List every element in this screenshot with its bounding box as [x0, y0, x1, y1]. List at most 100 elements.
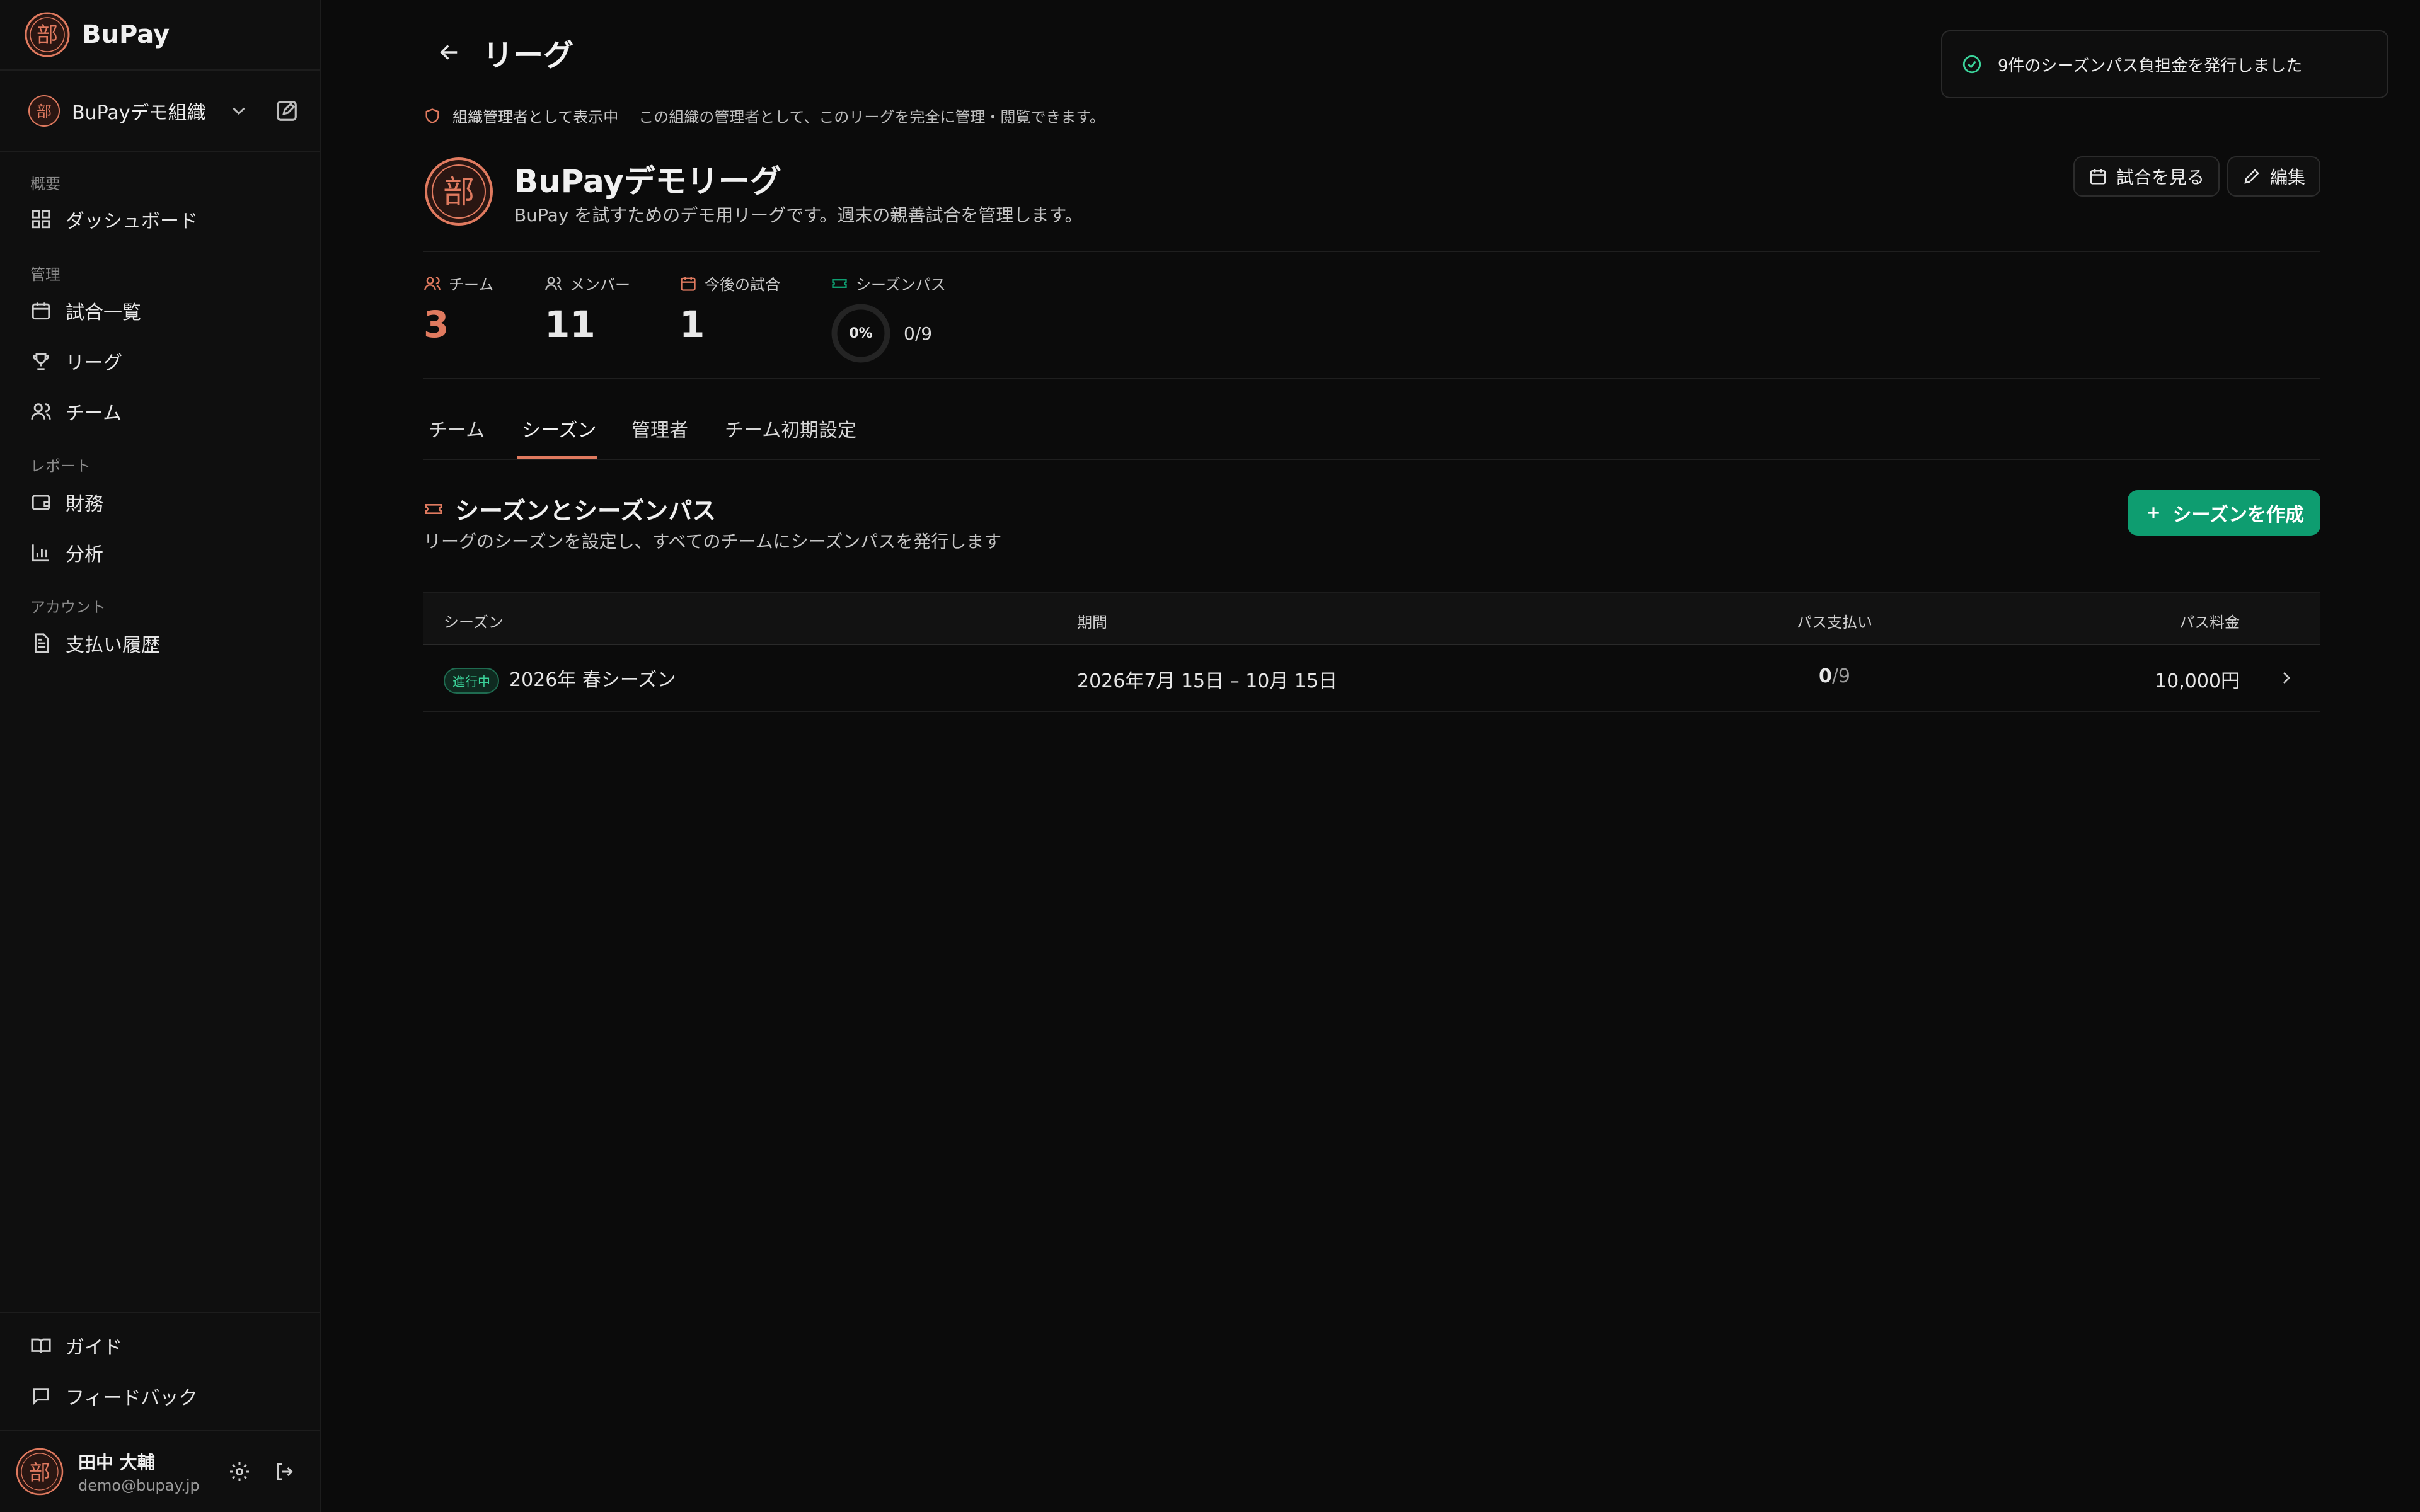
main-content: リーグ 組織管理者として表示中 この組織の管理者として、このリーグを完全に管理・…: [424, 0, 2320, 1512]
sidebar-item-label: ガイド: [66, 1337, 122, 1359]
nav-group-manage: 管理: [30, 266, 60, 284]
users-icon: [545, 277, 562, 290]
stat-value: 1: [679, 303, 705, 346]
column-header-period: 期間: [1077, 614, 1107, 631]
calendar-icon: [681, 277, 696, 291]
sidebar-item-matches[interactable]: 試合一覧: [30, 293, 141, 328]
tab-bar: チーム シーズン 管理者 チーム初期設定: [424, 403, 2320, 459]
svg-text:部: 部: [443, 174, 475, 210]
stat-season-pass: シーズンパス 0% 0/9: [831, 272, 946, 364]
paid-count: 0: [1818, 665, 1832, 687]
sidebar-divider: [0, 1430, 321, 1431]
league-name: BuPayデモリーグ: [514, 163, 781, 200]
check-circle-icon: [1962, 55, 1981, 74]
column-header-pass-payments: パス支払い: [1797, 614, 1872, 631]
divider: [424, 459, 2320, 460]
user-email: demo@bupay.jp: [78, 1477, 200, 1494]
trophy-icon: [33, 353, 49, 370]
notice-label: 組織管理者として表示中: [452, 108, 619, 126]
sidebar-divider: [0, 1312, 321, 1313]
status-badge: 進行中: [444, 668, 499, 694]
divider: [424, 251, 2320, 252]
sidebar-item-analytics[interactable]: 分析: [30, 535, 103, 570]
tab-admins[interactable]: 管理者: [631, 415, 688, 442]
edit-button[interactable]: 編集: [2227, 156, 2320, 197]
table-row[interactable]: 進行中 2026年 春シーズン 2026年7月 15日 – 10月 15日 0/9…: [424, 645, 2320, 712]
seasons-table: シーズン 期間 パス支払い パス料金 進行中 2026年 春シーズン 2026年7…: [424, 592, 2320, 712]
view-matches-label: 試合を見る: [2116, 167, 2204, 188]
nav-group-overview: 概要: [30, 175, 60, 193]
admin-notice: 組織管理者として表示中 この組織の管理者として、このリーグを完全に管理・閲覧でき…: [424, 105, 1105, 127]
message-icon: [33, 1388, 49, 1406]
column-header-pass-fee: パス料金: [2179, 614, 2240, 631]
pencil-icon: [2244, 169, 2259, 184]
toast-notification: 9件のシーズンパス負担金を発行しました: [1941, 30, 2388, 98]
stat-value: 11: [544, 303, 596, 346]
brand[interactable]: 部 BuPay: [24, 11, 170, 58]
sidebar-divider: [0, 69, 321, 71]
stat-value: 3: [424, 303, 449, 346]
sidebar-item-dashboard[interactable]: ダッシュボード: [30, 202, 198, 237]
total-count: /9: [1831, 665, 1851, 687]
stat-upcoming-matches: 今後の試合 1: [679, 272, 780, 346]
sidebar-item-teams[interactable]: チーム: [30, 394, 122, 429]
plus-icon: [2147, 507, 2159, 518]
users-icon: [424, 277, 441, 290]
section-title-text: シーズンとシーズンパス: [455, 497, 717, 525]
edit-org-icon[interactable]: [275, 99, 299, 123]
page-title: リーグ: [483, 38, 574, 73]
gear-icon[interactable]: [228, 1460, 251, 1483]
season-name: 2026年 春シーズン: [509, 669, 676, 691]
edit-label: 編集: [2269, 167, 2305, 188]
season-pass-count: 0/9: [904, 323, 933, 344]
sidebar-item-label: 試合一覧: [66, 302, 141, 324]
season-pass-percent: 0%: [849, 325, 873, 341]
avatar[interactable]: 部: [15, 1447, 64, 1496]
league-header: 部 BuPayデモリーグ BuPay を試すためのデモ用リーグです。週末の親善試…: [424, 156, 2320, 227]
org-name: BuPayデモ組織: [72, 102, 206, 124]
sidebar-item-guide[interactable]: ガイド: [30, 1328, 122, 1363]
nav-group-reports: レポート: [30, 457, 91, 475]
back-arrow-icon[interactable]: [436, 39, 463, 66]
sidebar-divider: [0, 151, 321, 152]
sidebar-item-finance[interactable]: 財務: [30, 484, 103, 520]
chevron-down-icon[interactable]: [228, 100, 250, 122]
stat-label: 今後の試合: [705, 276, 780, 294]
brand-name: BuPay: [82, 20, 170, 49]
sidebar-item-payment-history[interactable]: 支払い履歴: [30, 626, 160, 661]
nav-group-account: アカウント: [30, 598, 106, 616]
league-logo: 部: [425, 158, 493, 226]
document-icon: [35, 633, 49, 653]
org-switcher[interactable]: 部 BuPayデモ組織: [28, 93, 299, 129]
stat-label: シーズンパス: [856, 276, 946, 294]
logout-icon[interactable]: [274, 1460, 296, 1483]
toast-text: 9件のシーズンパス負担金を発行しました: [1998, 56, 2303, 76]
sidebar-item-feedback[interactable]: フィードバック: [30, 1378, 197, 1414]
view-matches-button[interactable]: 試合を見る: [2073, 156, 2220, 197]
shield-icon: [425, 108, 439, 123]
book-icon: [31, 1338, 51, 1353]
create-season-button[interactable]: シーズンを作成: [2127, 490, 2320, 536]
stat-members: メンバー 11: [544, 272, 630, 346]
ticket-icon: [832, 278, 847, 288]
table-header: シーズン 期間 パス支払い パス料金: [424, 592, 2320, 645]
svg-text:部: 部: [37, 103, 52, 120]
league-description: BuPay を試すためのデモ用リーグです。週末の親善試合を管理します。: [514, 205, 1083, 226]
sidebar-item-label: 財務: [66, 493, 103, 515]
sidebar-item-label: フィードバック: [66, 1387, 198, 1409]
payments-cell: 0/9: [1794, 665, 1876, 687]
tab-team-defaults[interactable]: チーム初期設定: [725, 415, 856, 442]
sidebar-item-label: 支払い履歴: [66, 634, 160, 656]
wallet-icon: [32, 495, 50, 510]
chevron-right-icon[interactable]: [2276, 668, 2296, 688]
tab-teams[interactable]: チーム: [429, 415, 485, 442]
tab-seasons[interactable]: シーズン: [522, 415, 597, 442]
notice-text: この組織の管理者として、このリーグを完全に管理・閲覧できます。: [638, 108, 1105, 126]
section-description: リーグのシーズンを設定し、すべてのチームにシーズンパスを発行します: [424, 531, 1002, 552]
sidebar-item-label: 分析: [66, 544, 103, 566]
sidebar-item-league[interactable]: リーグ: [30, 343, 122, 379]
fee-cell: 10,000円: [2155, 670, 2240, 692]
svg-text:部: 部: [37, 23, 58, 48]
bupay-logo: 部: [25, 12, 70, 57]
season-pass-progress-ring: 0%: [831, 303, 891, 364]
